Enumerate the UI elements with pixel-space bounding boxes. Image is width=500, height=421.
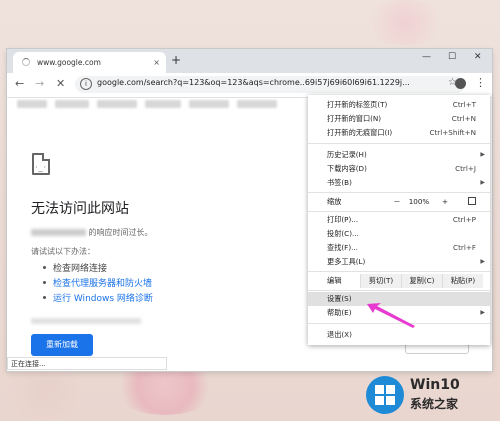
error-code: [31, 318, 141, 324]
suggestion-run-diagnostics-link[interactable]: 运行 Windows 网络诊断: [43, 291, 153, 306]
suggestion-check-proxy-link[interactable]: 检查代理服务器和防火墙: [43, 276, 153, 291]
menu-separator: [308, 290, 490, 291]
submenu-arrow-icon: ▶: [480, 258, 485, 265]
menu-separator: [308, 143, 490, 144]
suggestion-list: 检查网络连接 检查代理服务器和防火墙 运行 Windows 网络诊断: [43, 261, 153, 306]
zoom-label: 缩放: [327, 197, 342, 206]
stop-loading-button[interactable]: ✕: [56, 77, 65, 90]
address-bar[interactable]: i google.com/search?q=123&oq=123&aqs=chr…: [75, 76, 465, 93]
menu-item-downloads[interactable]: 下载内容(D) Ctrl+J: [308, 162, 490, 176]
tab-title: www.google.com: [37, 58, 101, 67]
forward-button[interactable]: →: [35, 77, 44, 90]
url-text: google.com/search?q=123&oq=123&aqs=chrom…: [97, 78, 410, 87]
reload-button[interactable]: 重新加载: [31, 334, 93, 356]
menu-item-cast[interactable]: 投射(C)...: [308, 227, 490, 241]
background-blossom: [360, 0, 450, 45]
tab-close-icon[interactable]: ×: [153, 52, 160, 73]
submenu-arrow-icon: ▶: [480, 179, 485, 186]
menu-button[interactable]: ⋮: [475, 76, 486, 89]
menu-item-more-tools[interactable]: 更多工具(L) ▶: [308, 255, 490, 269]
blurred-domain: [31, 229, 86, 236]
status-bar: 正在连接...: [7, 357, 167, 370]
menu-item-new-tab[interactable]: 打开新的标签页(T) Ctrl+T: [308, 98, 490, 112]
submenu-arrow-icon: ▶: [480, 151, 485, 158]
bookmark-item[interactable]: [97, 100, 137, 108]
close-window-button[interactable]: ✕: [474, 52, 482, 62]
back-button[interactable]: ←: [15, 77, 24, 90]
win10-logo: Win10 系统之家: [366, 374, 496, 414]
title-bar: www.google.com × + — ☐ ✕: [7, 49, 492, 73]
zoom-out-button[interactable]: －: [386, 195, 408, 209]
fullscreen-icon[interactable]: [468, 197, 476, 205]
try-label: 请试试以下办法：: [31, 247, 95, 256]
loading-spinner-icon: [22, 58, 30, 66]
bookmark-item[interactable]: [237, 100, 277, 108]
annotation-arrow-icon: [367, 303, 415, 328]
menu-separator: [308, 211, 490, 212]
menu-edit-row: 编辑 剪切(T) 复制(C) 粘贴(P): [308, 274, 490, 288]
zoom-in-button[interactable]: +: [434, 195, 456, 209]
menu-separator: [308, 192, 490, 193]
suggestion-check-connection: 检查网络连接: [43, 261, 153, 276]
bookmark-item[interactable]: [145, 100, 181, 108]
menu-item-new-window[interactable]: 打开新的窗口(N) Ctrl+N: [308, 112, 490, 126]
maximize-button[interactable]: ☐: [448, 52, 456, 62]
site-info-icon[interactable]: i: [80, 78, 92, 90]
menu-item-print[interactable]: 打印(P)... Ctrl+P: [308, 213, 490, 227]
new-tab-button[interactable]: +: [171, 53, 181, 67]
error-title: 无法访问此网站: [31, 201, 129, 217]
submenu-arrow-icon: ▶: [480, 309, 485, 316]
cut-button[interactable]: 剪切(T): [360, 274, 401, 288]
error-subtitle: 的响应时间过长。: [31, 227, 153, 238]
paste-button[interactable]: 粘贴(P): [442, 274, 483, 288]
menu-separator: [308, 271, 490, 272]
zoom-level: 100%: [408, 197, 430, 206]
menu-item-find[interactable]: 查找(F)... Ctrl+F: [308, 241, 490, 255]
edit-label: 编辑: [327, 276, 342, 285]
sad-face-icon: ·_·: [35, 163, 48, 172]
windows-logo-icon: [366, 376, 404, 414]
bookmark-item[interactable]: [55, 100, 89, 108]
logo-title: Win10: [410, 377, 460, 393]
bookmark-item[interactable]: [17, 100, 47, 108]
logo-subtitle: 系统之家: [410, 397, 459, 411]
menu-item-exit[interactable]: 退出(X): [308, 328, 490, 342]
menu-zoom-row: 缩放 － 100% +: [308, 195, 490, 209]
copy-button[interactable]: 复制(C): [401, 274, 442, 288]
minimize-button[interactable]: —: [422, 52, 431, 62]
menu-item-bookmarks[interactable]: 书签(B) ▶: [308, 176, 490, 190]
profile-avatar[interactable]: [455, 78, 466, 89]
menu-item-history[interactable]: 历史记录(H) ▶: [308, 148, 490, 162]
bookmark-item[interactable]: [189, 100, 229, 108]
browser-tab[interactable]: www.google.com ×: [13, 52, 166, 73]
menu-item-incognito[interactable]: 打开新的无痕窗口(I) Ctrl+Shift+N: [308, 126, 490, 140]
